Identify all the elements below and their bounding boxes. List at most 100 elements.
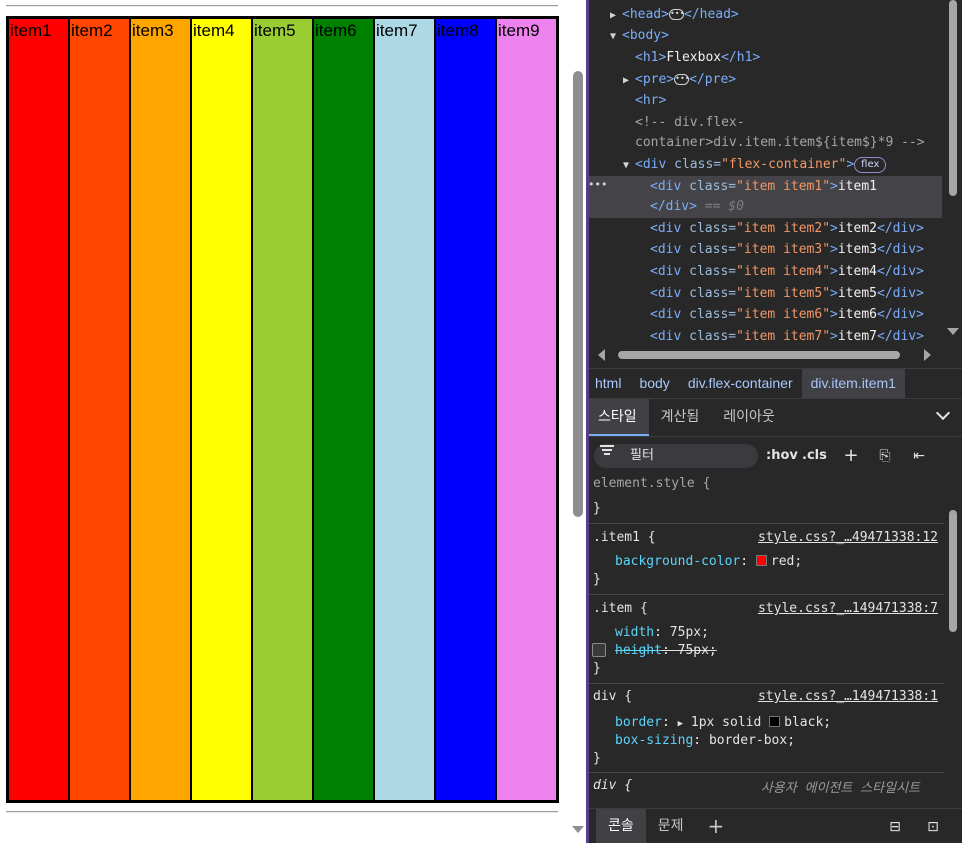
collapse-triangle-icon[interactable]: ▼: [623, 155, 635, 177]
devtools-panel: ▶ <head>•••</head> ▼ <body> <h1>Flexbox</h…: [586, 0, 962, 843]
scroll-left-arrow-icon[interactable]: [598, 349, 605, 361]
ellipsis-icon[interactable]: •••: [674, 74, 690, 85]
page-scrollbar[interactable]: [570, 0, 586, 843]
property-enable-checkbox[interactable]: [592, 643, 606, 657]
source-link[interactable]: style.css?_…49471338:12: [758, 529, 938, 547]
elements-horizontal-scrollbar-thumb[interactable]: [618, 351, 900, 359]
tree-node-item3[interactable]: <div class="item item3">item3</div>: [650, 239, 942, 261]
rule-selector[interactable]: div {: [593, 777, 632, 795]
breadcrumb-flex-container[interactable]: div.flex-container: [679, 369, 802, 398]
add-tab-icon[interactable]: +: [696, 809, 737, 843]
more-options-dots-icon[interactable]: •••: [588, 178, 607, 191]
styles-subtabs: 스타일 계산됨 레이아웃: [586, 398, 962, 436]
tree-node-head[interactable]: ▶ <head>•••</head>: [610, 4, 962, 26]
styles-vertical-scrollbar[interactable]: [946, 472, 960, 808]
elements-horizontal-scrollbar[interactable]: [594, 348, 940, 362]
closing-brace: }: [593, 572, 601, 587]
styles-vertical-scrollbar-thumb[interactable]: [949, 510, 957, 632]
scroll-right-arrow-icon[interactable]: [924, 349, 931, 361]
flex-item-2[interactable]: item2: [69, 18, 130, 801]
sidebar-toggle-icon[interactable]: ⇤: [908, 444, 930, 468]
property-box-sizing[interactable]: box-sizing: border-box;: [615, 732, 795, 750]
horizontal-rule-top: [6, 5, 558, 7]
user-agent-stylesheet-label: 사용자 에이전트 스타일시트: [760, 781, 920, 796]
property-background-color[interactable]: background-color: red;: [615, 553, 802, 571]
tree-node-hr[interactable]: <hr>: [635, 90, 962, 112]
chevron-down-icon[interactable]: [935, 405, 951, 421]
rule-div-user-agent: div { 사용자 에이전트 스타일시트: [586, 774, 944, 808]
property-height[interactable]: height: 75px;: [615, 642, 717, 660]
elements-vertical-scrollbar[interactable]: [946, 0, 960, 340]
tree-node-flex-container[interactable]: ▼ <div class="flex-container"> flex: [623, 154, 962, 176]
rule-div: div { style.css?_…149471338:1 border: ▶ …: [586, 685, 944, 773]
tree-node-item4[interactable]: <div class="item item4">item4</div>: [650, 261, 942, 283]
tree-node-comment[interactable]: <!-- div.flex-: [635, 112, 962, 134]
clear-console-icon[interactable]: ⊟: [884, 815, 906, 839]
flex-badge[interactable]: flex: [854, 156, 887, 173]
flex-item-7[interactable]: item7: [374, 18, 435, 801]
flex-item-9[interactable]: item9: [496, 18, 557, 801]
breadcrumb-html[interactable]: html: [586, 369, 630, 398]
closing-brace: }: [593, 661, 601, 676]
tab-computed[interactable]: 계산됨: [649, 399, 712, 436]
breadcrumb-body[interactable]: body: [630, 369, 678, 398]
tab-styles[interactable]: 스타일: [586, 399, 649, 436]
breadcrumb: html body div.flex-container div.item.it…: [586, 368, 962, 398]
rule-selector[interactable]: div {: [593, 688, 632, 706]
flex-item-6[interactable]: item6: [313, 18, 374, 801]
tab-issues[interactable]: 문제: [646, 809, 696, 843]
tree-node-item2[interactable]: <div class="item item2">item2</div>: [650, 218, 942, 240]
rule-element-style: element.style { }: [586, 472, 944, 524]
rule-selector[interactable]: .item {: [593, 600, 648, 618]
paint-brush-icon[interactable]: ⎘: [874, 444, 896, 468]
property-width[interactable]: width: 75px;: [615, 624, 709, 642]
rule-selector[interactable]: .item1 {: [593, 529, 656, 547]
page-scrollbar-thumb[interactable]: [573, 71, 583, 517]
breadcrumb-item1[interactable]: div.item.item1: [801, 369, 905, 398]
hov-toggle-button[interactable]: :hov: [766, 444, 798, 468]
drawer-tabbar: 콘솔 문제 + ⊟ ⊡: [586, 808, 962, 843]
styles-pane: element.style { } .item1 { style.css?_…4…: [586, 472, 962, 808]
page-viewport: item1 item2 item3 item4 item5 item6 item…: [0, 0, 570, 843]
property-border[interactable]: border: ▶ 1px solid black;: [615, 714, 831, 733]
scroll-down-arrow-icon[interactable]: [947, 328, 959, 335]
flex-item-4[interactable]: item4: [191, 18, 252, 801]
tab-console[interactable]: 콘솔: [596, 809, 646, 843]
ellipsis-icon[interactable]: •••: [668, 9, 684, 20]
flex-item-3[interactable]: item3: [130, 18, 191, 801]
color-swatch[interactable]: [769, 716, 781, 727]
flex-item-1[interactable]: item1: [8, 18, 69, 801]
tab-layout[interactable]: 레이아웃: [711, 399, 787, 436]
styles-toolbar: 필터 :hov .cls + ⎘ ⇤: [586, 436, 962, 472]
flex-item-8[interactable]: item8: [435, 18, 496, 801]
closing-brace: }: [593, 501, 601, 516]
source-link[interactable]: style.css?_…149471338:1: [758, 688, 938, 706]
cls-toggle-button[interactable]: .cls: [802, 444, 827, 468]
tree-node-h1[interactable]: <h1>Flexbox</h1>: [635, 47, 962, 69]
add-rule-icon[interactable]: +: [840, 444, 862, 468]
dock-drawer-icon[interactable]: ⊡: [922, 815, 944, 839]
tree-node-item6[interactable]: <div class="item item6">item6</div>: [650, 304, 942, 326]
scroll-down-arrow-icon[interactable]: [572, 826, 584, 833]
tree-node-pre[interactable]: ▶ <pre>•••</pre>: [623, 69, 962, 91]
filter-icon: [600, 445, 614, 455]
tree-node-item7[interactable]: <div class="item item7">item7</div>: [650, 326, 942, 348]
selected-node-line2: </div> == $0: [650, 199, 744, 214]
tree-node-body[interactable]: ▼ <body>: [610, 25, 962, 47]
elements-tree: ▶ <head>•••</head> ▼ <body> <h1>Flexbox</h…: [586, 0, 962, 368]
expand-triangle-icon[interactable]: ▶: [623, 70, 635, 92]
devtools-left-border[interactable]: [586, 0, 589, 843]
elements-vertical-scrollbar-thumb[interactable]: [949, 0, 957, 196]
selected-node-line1: <div class="item item1">item1: [650, 179, 877, 194]
expand-triangle-icon[interactable]: ▶: [678, 719, 683, 729]
collapse-triangle-icon[interactable]: ▼: [610, 26, 622, 48]
color-swatch[interactable]: [755, 555, 767, 566]
tree-node-item5[interactable]: <div class="item item5">item5</div>: [650, 283, 942, 305]
element-style-selector[interactable]: element.style {: [593, 475, 710, 493]
flex-item-5[interactable]: item5: [252, 18, 313, 801]
filter-input[interactable]: 필터: [594, 444, 758, 468]
expand-triangle-icon[interactable]: ▶: [610, 5, 622, 27]
source-link[interactable]: style.css?_…149471338:7: [758, 600, 938, 618]
flex-container: item1 item2 item3 item4 item5 item6 item…: [6, 16, 559, 803]
tree-node-comment-cont[interactable]: container>div.item.item${item$}*9 -->: [635, 132, 962, 154]
